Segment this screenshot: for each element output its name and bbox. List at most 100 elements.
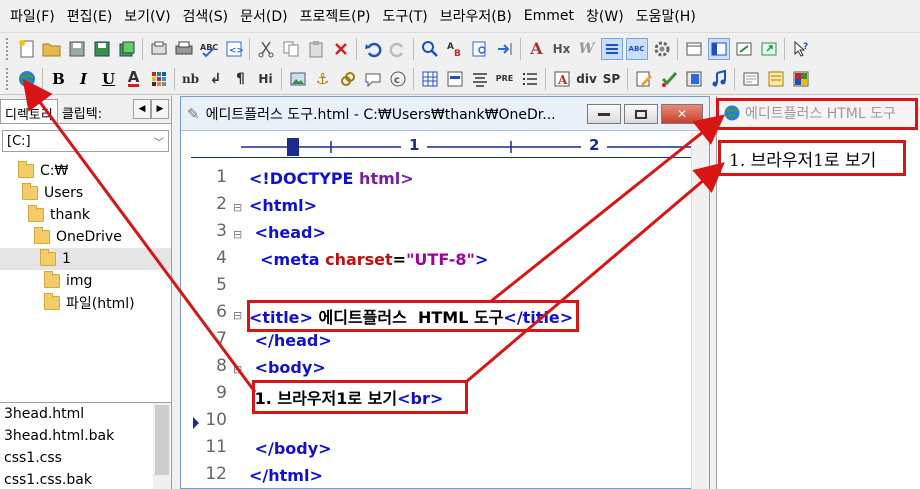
editor-window: ✎ 에디트플러스 도구.html - C:₩Users₩thank₩OneDr.…: [180, 96, 710, 489]
fullscreen-icon[interactable]: [758, 38, 780, 60]
copyright-icon[interactable]: c: [387, 68, 409, 90]
file-item[interactable]: 3head.html: [0, 403, 171, 425]
print-icon[interactable]: [173, 38, 195, 60]
drive-select[interactable]: [C:] ﹀: [2, 130, 169, 152]
toolbar-grip[interactable]: [6, 37, 10, 60]
preferences-gear-icon[interactable]: [651, 38, 673, 60]
menu-window[interactable]: 창(W): [580, 6, 630, 26]
tree-item-users[interactable]: Users: [22, 182, 83, 204]
menu-file[interactable]: 파일(F): [4, 6, 61, 26]
preformatted-icon[interactable]: PRE: [494, 68, 516, 90]
replace-icon[interactable]: AB: [444, 38, 466, 60]
menu-browser[interactable]: 브라우저(B): [434, 6, 518, 26]
color-picker-icon[interactable]: [658, 68, 680, 90]
fold-toggle-icon[interactable]: ⊟: [233, 201, 242, 214]
image-icon[interactable]: [287, 68, 309, 90]
font-color-icon[interactable]: A: [123, 68, 145, 90]
color-palette-icon[interactable]: [148, 68, 170, 90]
italic-icon[interactable]: I: [73, 68, 95, 90]
output-window-icon[interactable]: [733, 38, 755, 60]
tree-item-onedrive[interactable]: OneDrive: [34, 226, 122, 248]
menu-tools[interactable]: 도구(T): [376, 6, 433, 26]
span-icon[interactable]: SP: [601, 68, 623, 90]
anchor-icon[interactable]: ⚓: [312, 68, 334, 90]
tab-directory[interactable]: 디렉토리: [0, 99, 58, 123]
save-copy-icon[interactable]: [116, 38, 138, 60]
open-folder-icon[interactable]: [41, 38, 63, 60]
nbsp-icon[interactable]: nb: [180, 68, 202, 90]
hr-icon[interactable]: Hi: [255, 68, 277, 90]
directory-window-icon[interactable]: [683, 38, 705, 60]
menu-search[interactable]: 검색(S): [177, 6, 235, 26]
ruler-icon[interactable]: ABC: [625, 37, 648, 60]
tree-item-1[interactable]: 1: [0, 248, 171, 270]
close-button[interactable]: ✕: [661, 104, 703, 124]
new-file-icon[interactable]: [16, 38, 38, 60]
menu-project[interactable]: 프로젝트(P): [294, 6, 377, 26]
find-icon[interactable]: [419, 38, 441, 60]
tab-scroll-right-icon[interactable]: ▶: [151, 99, 169, 119]
flash-icon[interactable]: [683, 68, 705, 90]
tree-item-c-drive[interactable]: C:₩: [18, 160, 68, 182]
find-in-files-icon[interactable]: [469, 38, 491, 60]
style-icon[interactable]: A: [551, 68, 573, 90]
screen-icon[interactable]: [790, 68, 812, 90]
fold-toggle-icon[interactable]: ⊟: [233, 228, 242, 241]
underline-icon[interactable]: U: [98, 68, 120, 90]
menu-document[interactable]: 문서(D): [234, 6, 293, 26]
save-icon[interactable]: [66, 38, 88, 60]
tree-item-html-files[interactable]: 파일(html): [44, 292, 135, 314]
view-in-browser-icon[interactable]: <>: [223, 38, 245, 60]
menu-view[interactable]: 보기(V): [118, 6, 176, 26]
edit-pencil-icon[interactable]: [633, 68, 655, 90]
heading-icon[interactable]: Hx: [551, 38, 573, 60]
paste-icon[interactable]: [305, 38, 327, 60]
align-center-icon[interactable]: [469, 68, 491, 90]
comment-icon[interactable]: [362, 68, 384, 90]
maximize-button[interactable]: [624, 104, 658, 124]
delete-icon[interactable]: [330, 38, 352, 60]
bold-icon[interactable]: B: [48, 68, 70, 90]
file-item[interactable]: 3head.html.bak: [0, 425, 171, 447]
tab-cliptext[interactable]: 클립텍:: [58, 99, 106, 123]
browser-globe-icon[interactable]: [16, 68, 38, 90]
print-preview-icon[interactable]: [148, 38, 170, 60]
frame-icon[interactable]: [740, 68, 762, 90]
word-wrap-icon[interactable]: W: [576, 38, 598, 60]
toolbar-grip[interactable]: [6, 67, 10, 90]
line-break-icon[interactable]: ↲: [205, 68, 227, 90]
menu-edit[interactable]: 편집(E): [61, 6, 119, 26]
form-icon[interactable]: [444, 68, 466, 90]
goto-line-icon[interactable]: [494, 38, 516, 60]
minimize-button[interactable]: [587, 104, 621, 124]
list-icon[interactable]: [519, 68, 541, 90]
div-icon[interactable]: div: [576, 68, 598, 90]
file-item[interactable]: css1.css.bak: [0, 469, 171, 489]
help-pointer-icon[interactable]: ?: [790, 38, 812, 60]
redo-icon[interactable]: [387, 38, 409, 60]
save-all-icon[interactable]: [91, 38, 113, 60]
cliptext-window-icon[interactable]: [707, 37, 730, 60]
file-item[interactable]: css1.css: [0, 447, 171, 469]
tree-item-img[interactable]: img: [44, 270, 92, 292]
table-icon[interactable]: [419, 68, 441, 90]
menu-emmet[interactable]: Emmet: [518, 8, 580, 24]
cut-icon[interactable]: [255, 38, 277, 60]
meta-icon[interactable]: [765, 68, 787, 90]
music-icon[interactable]: [708, 68, 730, 90]
link-icon[interactable]: [337, 68, 359, 90]
line-number-icon[interactable]: [600, 37, 623, 60]
spellcheck-icon[interactable]: ABC: [198, 38, 220, 60]
fold-toggle-icon[interactable]: ⊟: [233, 363, 242, 376]
scrollbar-thumb[interactable]: [155, 405, 169, 475]
font-icon[interactable]: A: [526, 38, 548, 60]
paragraph-icon[interactable]: ¶: [230, 68, 252, 90]
tree-item-thank[interactable]: thank: [28, 204, 90, 226]
fold-toggle-icon[interactable]: ⊟: [233, 309, 242, 322]
editor-scrollbar[interactable]: [691, 133, 709, 489]
undo-icon[interactable]: [362, 38, 384, 60]
tab-scroll-left-icon[interactable]: ◀: [133, 99, 151, 119]
file-list-scrollbar[interactable]: [153, 403, 171, 489]
copy-icon[interactable]: [280, 38, 302, 60]
menu-help[interactable]: 도움말(H): [630, 6, 702, 26]
